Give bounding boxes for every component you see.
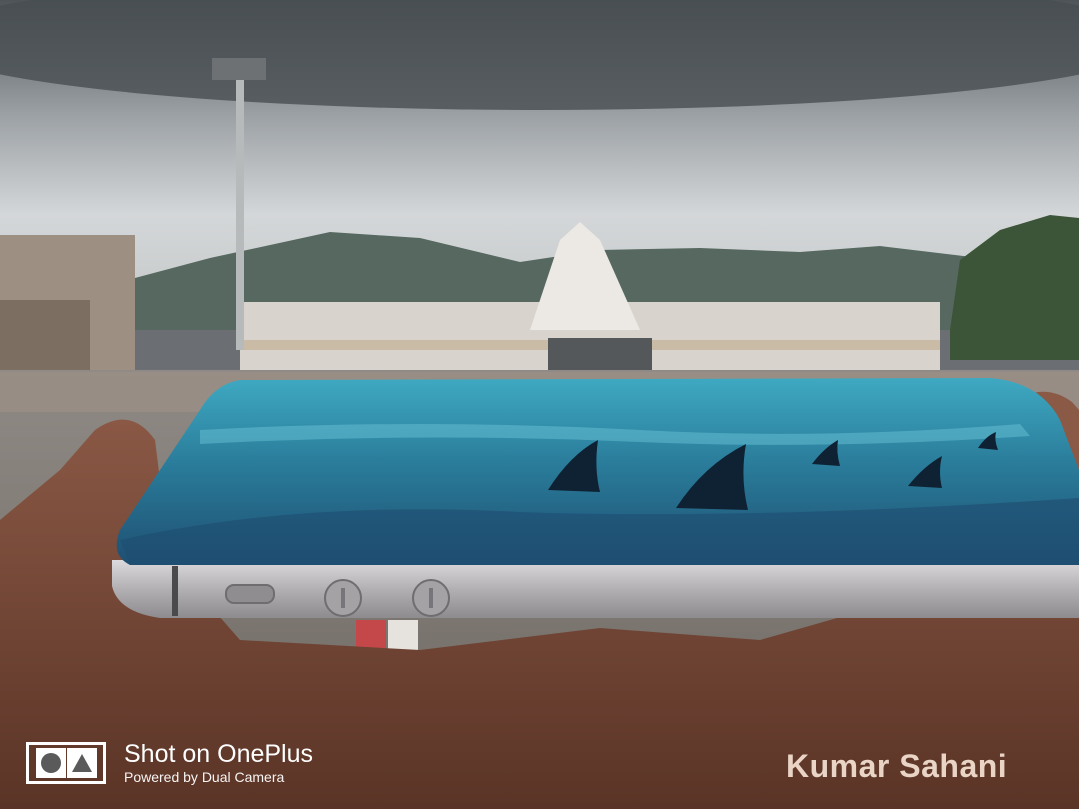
photographer-credit: Kumar Sahani (786, 748, 1008, 784)
camera-lens-circle-icon (35, 748, 66, 778)
light-pole-lamps (212, 58, 266, 80)
watermark-title: Shot on OnePlus (124, 740, 314, 768)
storm-cloud (0, 0, 1079, 110)
light-pole (236, 70, 244, 350)
watermark-text: Shot on OnePlus Powered by Dual Camera (124, 740, 313, 786)
volume-down-icon (429, 588, 433, 608)
watermark-subtitle: Powered by Dual Camera (124, 769, 285, 785)
oneplus-dual-camera-logo-icon (26, 742, 106, 784)
mute-switch (225, 584, 275, 604)
shot-on-oneplus-watermark: Shot on OnePlus Powered by Dual Camera (26, 740, 313, 786)
volume-up-icon (341, 588, 345, 608)
camera-lens-triangle-icon (66, 748, 97, 778)
photo-scene (0, 0, 1079, 809)
phone-edge-line (172, 566, 178, 616)
